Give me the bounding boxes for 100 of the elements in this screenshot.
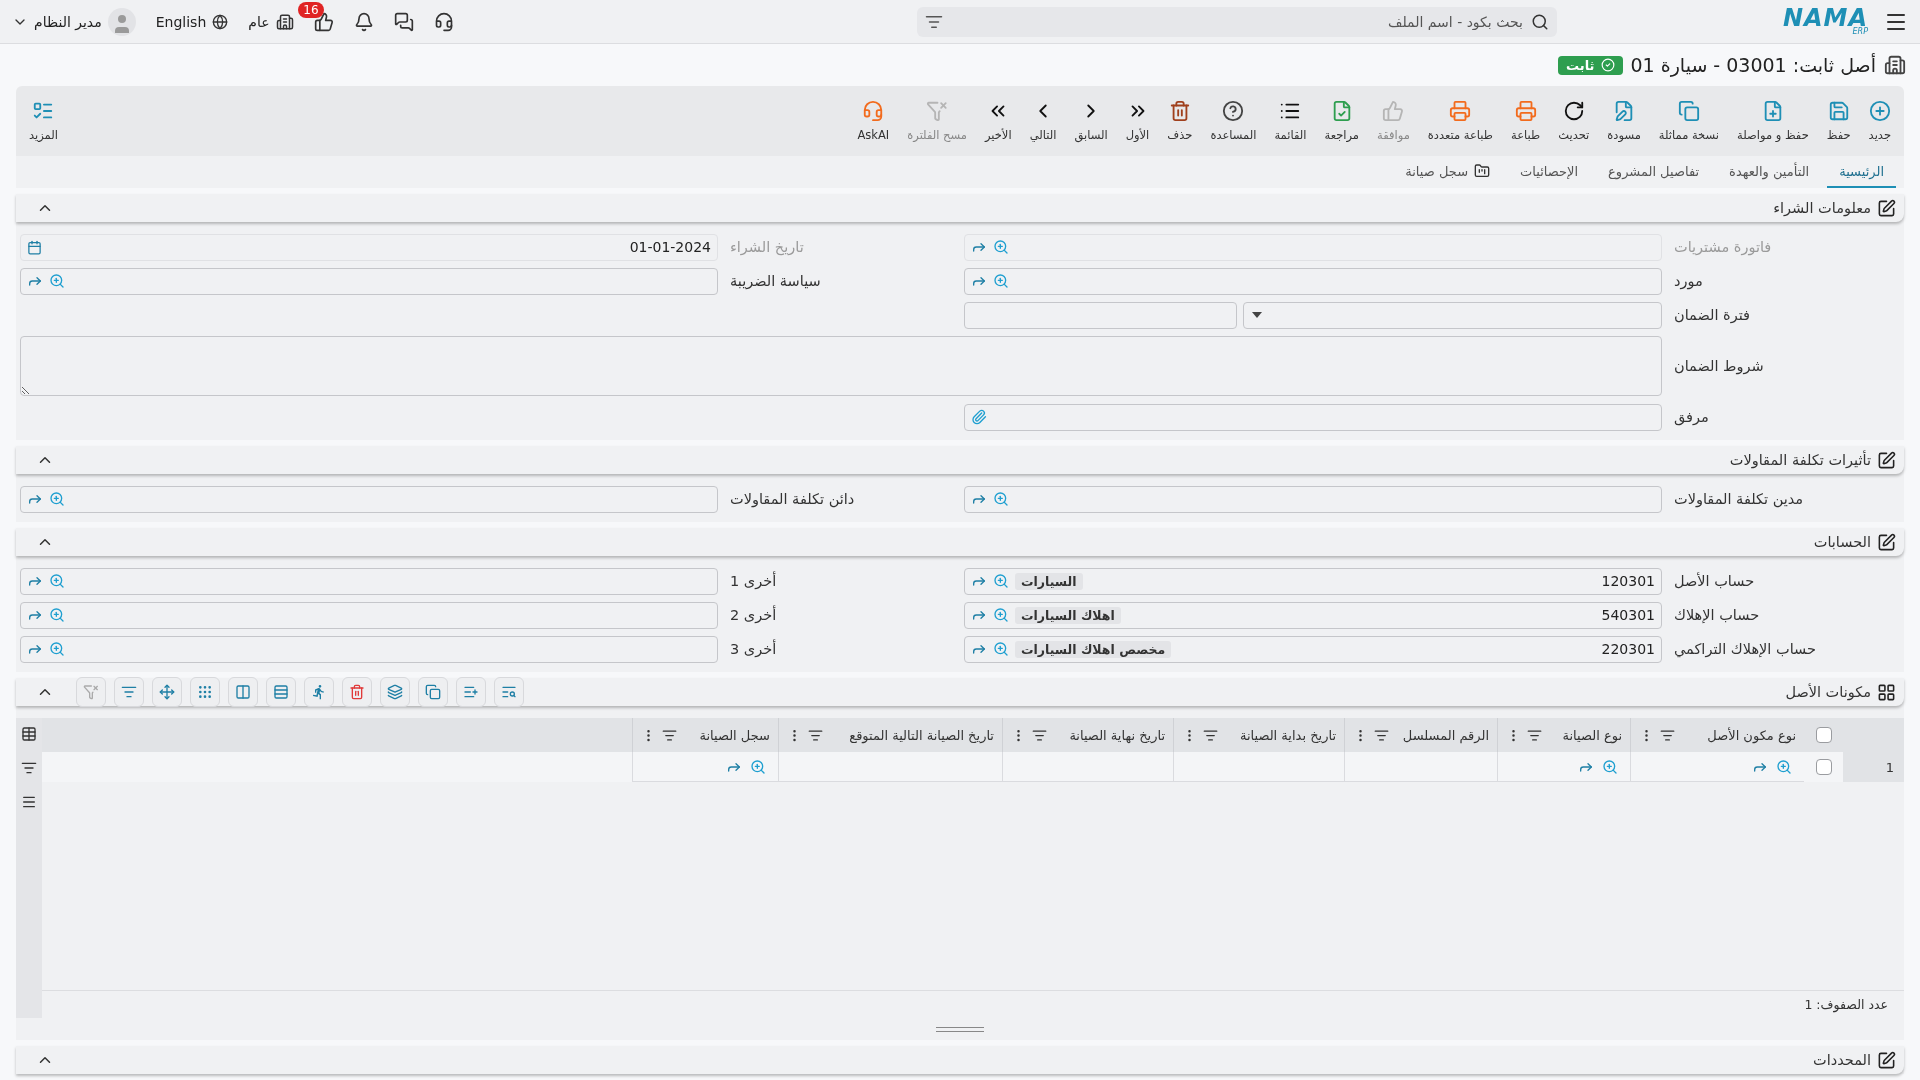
column-header[interactable]: سجل الصيانة <box>699 727 770 743</box>
table-cell[interactable] <box>1630 752 1804 782</box>
search-plus-icon <box>993 239 1009 255</box>
field-label: مرفق <box>1673 409 1710 425</box>
tab[interactable]: سجل صيانة <box>1393 156 1503 188</box>
toolbar-button[interactable]: حذف <box>1158 96 1202 146</box>
headset-icon[interactable] <box>433 11 454 32</box>
toolbar-button[interactable]: طباعة <box>1502 96 1550 146</box>
toolbar-button[interactable]: السابق <box>1065 96 1117 146</box>
table-cell[interactable] <box>1497 752 1630 782</box>
list-plus-icon <box>463 684 479 700</box>
field-label: فترة الضمان <box>1673 307 1751 323</box>
lookup-field[interactable] <box>20 601 718 629</box>
toolbar-button[interactable]: تحديث <box>1549 96 1599 146</box>
toolbar-button[interactable]: جديد <box>1859 96 1900 146</box>
toolbar-button[interactable]: AskAI <box>848 96 899 146</box>
toolbar-button[interactable]: مسودة <box>1598 96 1650 146</box>
filter-icon <box>121 684 137 700</box>
toolbar-button[interactable]: المساعدة <box>1201 96 1266 146</box>
lookup-field[interactable] <box>20 567 718 595</box>
search-input[interactable]: بحث بكود - اسم الملف <box>948 12 1525 31</box>
toolbar-button[interactable]: القائمة <box>1265 96 1316 146</box>
resize-handle[interactable] <box>936 1026 984 1032</box>
bell-icon[interactable] <box>353 11 374 32</box>
toolbar-button[interactable]: التالي <box>1020 96 1066 146</box>
messages-icon[interactable] <box>393 11 414 32</box>
grid-tool-button[interactable] <box>304 677 334 707</box>
table-cell[interactable] <box>1344 752 1497 782</box>
toolbar-button[interactable]: مراجعة <box>1315 96 1369 146</box>
check-circle-icon <box>1600 58 1615 72</box>
grid-tool-button[interactable] <box>266 677 296 707</box>
attachment-field[interactable] <box>964 403 1662 431</box>
lookup-field[interactable] <box>20 267 718 295</box>
toolbar-button[interactable]: حفظ و مواصلة <box>1728 96 1818 146</box>
lookup-field[interactable] <box>20 635 718 663</box>
search-plus-icon <box>993 273 1009 289</box>
tab[interactable]: تفاصيل المشروع <box>1596 156 1712 188</box>
grid-tool-button[interactable] <box>456 677 486 707</box>
filter-off-icon <box>83 684 99 700</box>
columns-icon <box>235 684 251 700</box>
section-title: معلومات الشراء <box>1773 200 1871 216</box>
period-unit-select[interactable] <box>1243 301 1662 329</box>
grid-tool-button[interactable] <box>380 677 410 707</box>
table-cell[interactable] <box>778 752 1002 782</box>
section-title: مكونات الأصل <box>1785 684 1871 700</box>
lookup-field[interactable] <box>964 485 1662 513</box>
plus-circle-icon <box>1868 100 1891 122</box>
search-plus-icon <box>993 491 1009 507</box>
search-field[interactable]: بحث بكود - اسم الملف <box>916 6 1557 37</box>
language-label[interactable]: English <box>155 13 207 30</box>
user-name[interactable]: مدير النظام <box>34 13 102 30</box>
toolbar-button[interactable]: الأخير <box>975 96 1021 146</box>
period-input[interactable] <box>964 301 1238 329</box>
table-cell[interactable] <box>632 752 778 782</box>
field-value: 220301 <box>1600 641 1655 657</box>
toolbar-button[interactable]: حفظ <box>1817 96 1860 146</box>
edit-icon <box>1877 1050 1896 1070</box>
tab[interactable]: التأمين والعهدة <box>1717 156 1822 188</box>
globe-icon <box>212 13 229 30</box>
grid-tool-button[interactable] <box>228 677 258 707</box>
table-cell[interactable] <box>1002 752 1173 782</box>
column-header[interactable]: تاريخ نهاية الصيانة <box>1069 727 1165 743</box>
text-area[interactable] <box>20 336 1662 396</box>
select-all-checkbox[interactable] <box>1815 727 1832 743</box>
search-plus-icon <box>750 758 766 775</box>
search-plus-icon <box>49 273 65 289</box>
edit-icon <box>1877 532 1896 552</box>
tab[interactable]: الرئيسية <box>1827 156 1896 188</box>
toolbar-button[interactable]: الأول <box>1116 96 1159 146</box>
field-value: 540301 <box>1600 607 1655 623</box>
row-checkbox[interactable] <box>1815 759 1832 775</box>
lookup-field[interactable] <box>20 485 718 513</box>
search-plus-icon <box>49 607 65 623</box>
layers-icon <box>387 684 403 700</box>
filter-icon <box>1660 727 1675 743</box>
column-header[interactable]: نوع مكون الأصل <box>1707 727 1796 743</box>
toolbar-button[interactable]: نسخة مماثلة <box>1649 96 1728 146</box>
section-title: تأثيرات تكلفة المقاولات <box>1729 452 1871 468</box>
more-button[interactable]: المزيد <box>20 96 67 146</box>
tab[interactable]: الإحصائيات <box>1508 156 1591 188</box>
grid-tool-button[interactable] <box>418 677 448 707</box>
grid-tool-button[interactable] <box>190 677 220 707</box>
toolbar-button[interactable]: طباعة متعددة <box>1418 96 1502 146</box>
grid-tool-button[interactable] <box>342 677 372 707</box>
grid-tool-button[interactable] <box>494 677 524 707</box>
table-cell[interactable] <box>1173 752 1344 782</box>
column-header[interactable]: نوع الصيانة <box>1562 727 1622 743</box>
avatar-icon[interactable] <box>107 7 136 36</box>
grid-tool-button[interactable] <box>114 677 144 707</box>
lookup-field[interactable] <box>964 267 1662 295</box>
copy-icon <box>1677 100 1700 122</box>
copy-icon <box>425 684 441 700</box>
column-header[interactable]: تاريخ بداية الصيانة <box>1239 727 1336 743</box>
field-label: دائن تكلفة المقاولات <box>729 491 856 507</box>
column-header[interactable]: تاريخ الصيانة التالية المتوقع <box>849 727 994 743</box>
branch-label[interactable]: عام <box>248 13 270 30</box>
search-icon <box>1530 12 1549 31</box>
caret-down-icon <box>1252 312 1263 318</box>
grid-tool-button[interactable] <box>152 677 182 707</box>
column-header[interactable]: الرقم المسلسل <box>1402 727 1489 743</box>
